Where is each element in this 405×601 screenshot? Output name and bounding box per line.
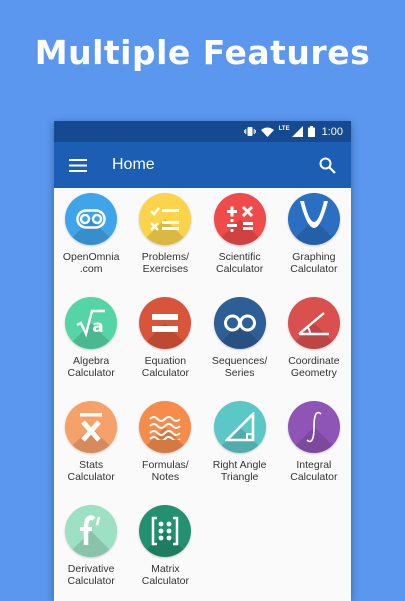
- feature-icon-circle: [139, 505, 192, 557]
- f-prime-icon: [80, 515, 101, 545]
- search-icon: [319, 157, 336, 174]
- waves-icon: [149, 416, 182, 440]
- feature-openomnia[interactable]: OpenOmnia .com: [54, 188, 128, 292]
- angle-icon: [298, 312, 329, 336]
- feature-icon-circle: [139, 401, 192, 453]
- feature-icon-circle: [65, 505, 118, 557]
- vibrate-icon: [243, 126, 256, 137]
- app-bar: Home: [54, 142, 351, 188]
- hamburger-icon: [69, 158, 87, 172]
- menu-button[interactable]: [66, 153, 90, 177]
- square-root-icon: a: [76, 309, 106, 337]
- right-triangle-icon: [224, 412, 254, 442]
- headline: Multiple Features: [34, 33, 371, 72]
- feature-icon-circle: [287, 401, 340, 453]
- feature-label: Sequences/Series: [211, 355, 268, 379]
- feature-equation-calculator[interactable]: Equation Calculator: [128, 292, 202, 396]
- feature-matrix-calculator[interactable]: Matrix Calculator: [128, 500, 202, 601]
- feature-label: Equation Calculator: [141, 355, 190, 379]
- page-title: Home: [112, 156, 155, 173]
- feature-label: Formulas/Notes: [142, 459, 189, 483]
- feature-integral-calculator[interactable]: Integral Calculator: [277, 396, 351, 500]
- phone-screen: LTE 1:00 Home OpenOmnia .com Problems/ E…: [54, 121, 351, 601]
- feature-label: Scientific Calculator: [215, 251, 264, 275]
- feature-graphing-calculator[interactable]: Graphing Calculator: [277, 188, 351, 292]
- feature-problems-exercises[interactable]: Problems/Exercises: [128, 188, 202, 292]
- svg-text:a: a: [92, 317, 103, 337]
- infinity-chain-icon: [76, 209, 106, 229]
- matrix-icon: [152, 516, 179, 546]
- checklist-icon: [150, 207, 180, 231]
- feature-algebra-calculator[interactable]: a Algebra Calculator: [54, 292, 128, 396]
- feature-icon-circle: a: [65, 297, 118, 349]
- feature-label: Algebra Calculator: [67, 355, 115, 379]
- feature-right-angle-triangle[interactable]: Right Angle Triangle: [203, 396, 277, 500]
- feature-scientific-calculator[interactable]: Scientific Calculator: [203, 188, 277, 292]
- network-type: LTE: [278, 126, 290, 132]
- status-clock: 1:00: [321, 125, 343, 138]
- feature-label: Matrix Calculator: [141, 563, 190, 587]
- feature-label: Integral Calculator: [290, 459, 338, 483]
- feature-stats-calculator[interactable]: Stats Calculator: [54, 396, 128, 500]
- feature-icon-circle: [139, 193, 192, 245]
- feature-derivative-calculator[interactable]: Derivative Calculator: [54, 500, 128, 601]
- status-bar: LTE 1:00: [54, 121, 351, 142]
- infinity-icon: [223, 314, 256, 332]
- feature-coordinate-geometry[interactable]: Coordinate Geometry: [277, 292, 351, 396]
- feature-label: Stats Calculator: [67, 459, 115, 483]
- feature-icon-circle: [65, 401, 118, 453]
- parabola-graph-icon: [299, 201, 328, 228]
- feature-icon-circle: [213, 193, 266, 245]
- feature-label: Right Angle Triangle: [212, 459, 267, 483]
- wifi-icon: [260, 127, 274, 137]
- feature-sequences-series[interactable]: Sequences/Series: [203, 292, 277, 396]
- x-bar-icon: [80, 413, 103, 442]
- feature-icon-circle: [213, 401, 266, 453]
- feature-icon-circle: [213, 297, 266, 349]
- cell-signal-icon: [291, 126, 303, 137]
- battery-icon: [307, 126, 315, 137]
- feature-icon-circle: [65, 193, 118, 245]
- feature-icon-circle: [287, 297, 340, 349]
- math-operators-icon: [226, 205, 253, 233]
- feature-icon-circle: [139, 297, 192, 349]
- search-button[interactable]: [315, 153, 339, 177]
- feature-label: Graphing Calculator: [290, 251, 338, 275]
- feature-label: Derivative Calculator: [67, 563, 115, 587]
- equals-icon: [152, 314, 179, 332]
- feature-label: Problems/Exercises: [141, 251, 189, 275]
- feature-label: OpenOmnia .com: [62, 251, 120, 275]
- feature-grid: OpenOmnia .com Problems/Exercises Scienti…: [54, 188, 351, 601]
- integral-icon: [306, 411, 322, 443]
- feature-formulas-notes[interactable]: Formulas/Notes: [128, 396, 202, 500]
- feature-icon-circle: [287, 193, 340, 245]
- feature-label: Coordinate Geometry: [288, 355, 340, 379]
